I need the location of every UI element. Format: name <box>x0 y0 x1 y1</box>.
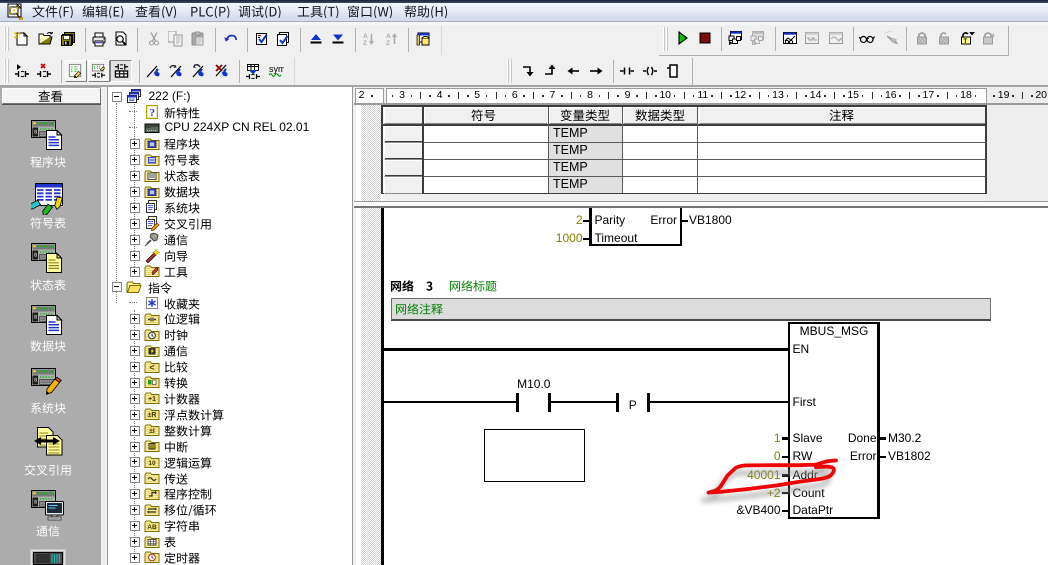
svg-text:±I: ±I <box>149 428 155 435</box>
svg-text:±R: ±R <box>148 412 157 419</box>
svg-text:+1: +1 <box>148 396 156 403</box>
svg-text:10: 10 <box>148 460 156 467</box>
svg-text:<: < <box>149 362 154 372</box>
svg-text:AB: AB <box>147 524 157 531</box>
